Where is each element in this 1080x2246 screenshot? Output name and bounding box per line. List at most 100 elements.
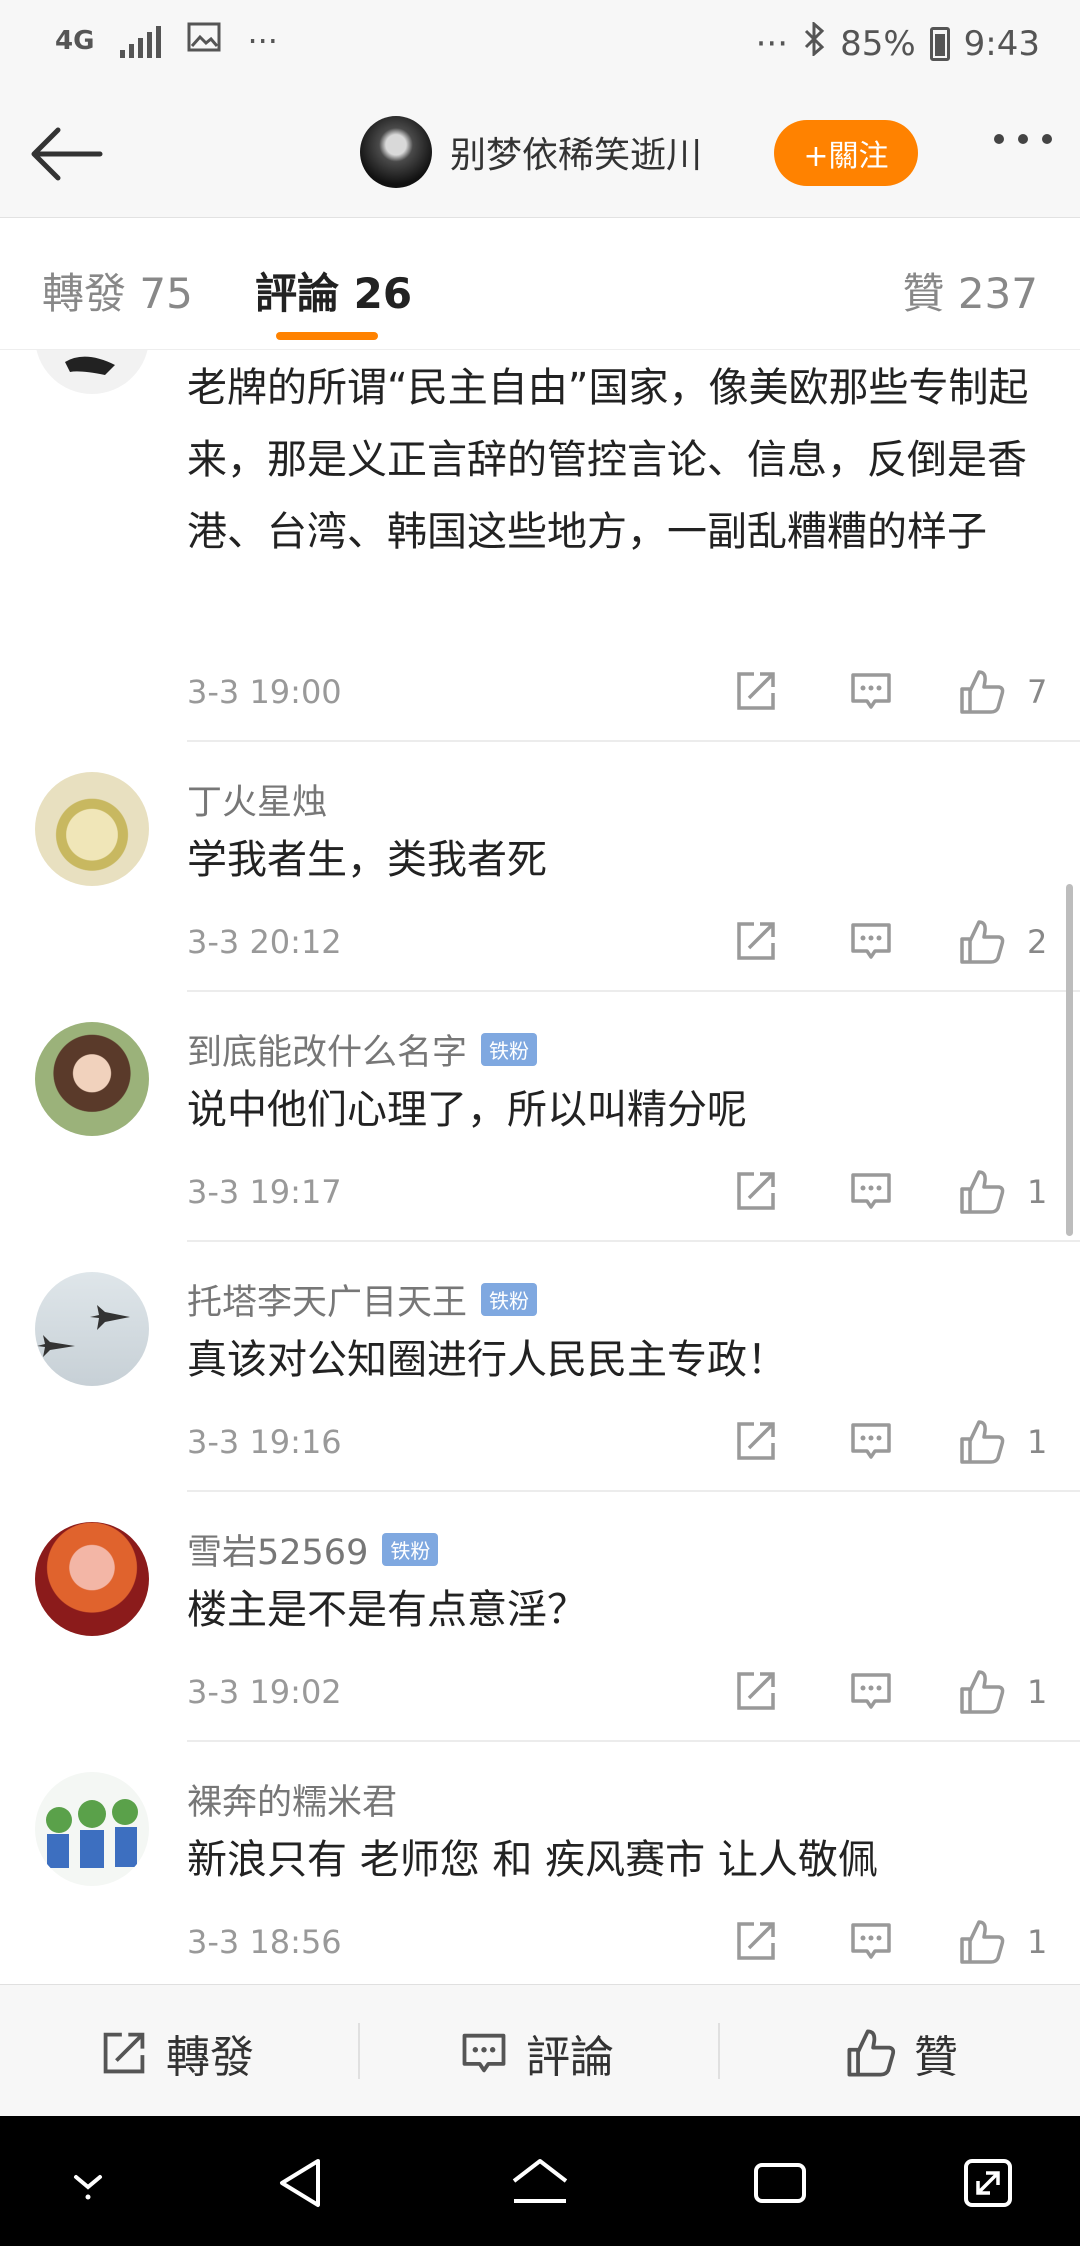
- comment-time: 3-3 19:00: [187, 673, 342, 711]
- comment-author[interactable]: 丁火星烛: [187, 774, 327, 825]
- like-count: 1: [1027, 1173, 1048, 1211]
- back-nav-icon[interactable]: [270, 2151, 334, 2215]
- comment-icon[interactable]: [847, 1917, 895, 1969]
- divider: [187, 740, 1080, 742]
- avatar[interactable]: [35, 1522, 149, 1636]
- like-button[interactable]: 1: [957, 1917, 1047, 1967]
- bottom-action-bar: 轉發 評論 贊: [0, 1984, 1080, 2116]
- comment-icon[interactable]: [847, 667, 895, 719]
- like-label: 贊: [914, 2032, 958, 2083]
- comment-label: 評論: [526, 2032, 614, 2083]
- divider: [718, 2023, 720, 2079]
- divider: [187, 1490, 1080, 1492]
- network-indicator: 4G: [55, 26, 95, 56]
- like-icon: [960, 1420, 1005, 1464]
- more-status-icon: ···: [755, 23, 789, 64]
- hide-keyboard-icon[interactable]: [56, 2151, 120, 2215]
- comment-text: 说中他们心理了，所以叫精分呢: [187, 1087, 747, 1133]
- rotate-screen-icon[interactable]: [956, 2151, 1020, 2215]
- status-left: 4G ···: [55, 22, 278, 60]
- home-icon[interactable]: [508, 2151, 572, 2215]
- bluetooth-icon: [802, 20, 826, 65]
- clock: 9:43: [963, 23, 1040, 64]
- repost-label: 轉發: [166, 2032, 254, 2083]
- follow-button[interactable]: +關注: [774, 120, 918, 186]
- repost-icon[interactable]: [732, 667, 780, 719]
- like-icon: [960, 1920, 1005, 1964]
- tab-reposts[interactable]: 轉發 75: [42, 260, 193, 321]
- comment-actions: 3-3 19:16 1: [187, 1417, 1050, 1465]
- username[interactable]: 别梦依稀笑逝川: [450, 126, 702, 178]
- repost-icon: [103, 2032, 145, 2074]
- divider: [187, 1240, 1080, 1242]
- avatar[interactable]: [35, 1022, 149, 1136]
- comment-time: 3-3 19:16: [187, 1423, 342, 1461]
- scrollbar[interactable]: [1066, 884, 1073, 1236]
- comment-text: 真该对公知圈进行人民民主专政！: [187, 1337, 787, 1383]
- comment-time: 3-3 19:17: [187, 1173, 342, 1211]
- like-icon: [960, 920, 1005, 964]
- comment-author[interactable]: 到底能改什么名字 铁粉: [187, 1024, 538, 1075]
- fan-badge: 铁粉: [481, 1283, 538, 1316]
- comment-icon: [462, 2033, 506, 2073]
- comment-actions: 3-3 19:17 1: [187, 1167, 1050, 1215]
- gallery-icon: [187, 22, 221, 60]
- comment-button[interactable]: 評論: [458, 2021, 614, 2085]
- recent-apps-icon[interactable]: [748, 2151, 812, 2215]
- comment-text: 新浪只有 老师您 和 疾风赛市 让人敬佩: [187, 1837, 878, 1883]
- comment-actions: 3-3 19:00 7: [187, 667, 1050, 715]
- system-nav-bar: [0, 2116, 1080, 2246]
- comment-icon[interactable]: [847, 1167, 895, 1219]
- repost-button[interactable]: 轉發: [98, 2021, 254, 2085]
- comment-actions: 3-3 20:12 2: [187, 917, 1050, 965]
- profile-link[interactable]: 别梦依稀笑逝川: [360, 116, 702, 188]
- battery-percent: 85%: [840, 23, 916, 64]
- like-button[interactable]: 2: [957, 917, 1047, 967]
- repost-icon[interactable]: [732, 1667, 780, 1719]
- more-options-icon[interactable]: [994, 134, 1052, 144]
- status-bar: 4G ··· ··· 85% 9:43: [0, 0, 1080, 90]
- avatar[interactable]: [35, 350, 149, 394]
- avatar[interactable]: [35, 1772, 149, 1886]
- comment-time: 3-3 19:02: [187, 1673, 342, 1711]
- divider: [187, 1740, 1080, 1742]
- back-button[interactable]: [28, 114, 108, 194]
- comment-list[interactable]: 老牌的所谓“民主自由”国家，像美欧那些专制起来，那是义正言辞的管控言论、信息，反…: [0, 350, 1080, 1984]
- like-button[interactable]: 1: [957, 1417, 1047, 1467]
- like-count: 2: [1027, 923, 1048, 961]
- status-right: ··· 85% 9:43: [755, 20, 1040, 65]
- comment-icon[interactable]: [847, 1417, 895, 1469]
- comment-icon[interactable]: [847, 917, 895, 969]
- like-count: 1: [1027, 1423, 1048, 1461]
- tab-likes[interactable]: 贊 237: [902, 260, 1038, 321]
- avatar[interactable]: [35, 1272, 149, 1386]
- divider: [187, 990, 1080, 992]
- back-arrow-icon: [31, 127, 103, 181]
- repost-icon[interactable]: [732, 1417, 780, 1469]
- header: 别梦依稀笑逝川 +關注: [0, 90, 1080, 218]
- avatar[interactable]: [35, 772, 149, 886]
- divider: [358, 2023, 360, 2079]
- comment-author[interactable]: 裸奔的糯米君: [187, 1774, 397, 1825]
- like-icon: [960, 1170, 1005, 1214]
- comment-actions: 3-3 18:56 1: [187, 1917, 1050, 1965]
- like-button[interactable]: 1: [957, 1167, 1047, 1217]
- repost-icon[interactable]: [732, 1167, 780, 1219]
- comment-icon[interactable]: [847, 1667, 895, 1719]
- comment-text: 老牌的所谓“民主自由”国家，像美欧那些专制起来，那是义正言辞的管控言论、信息，反…: [187, 365, 1029, 555]
- tab-comments[interactable]: 評論 26: [255, 260, 412, 321]
- like-button[interactable]: 7: [957, 667, 1047, 717]
- like-button[interactable]: 贊: [844, 2021, 958, 2085]
- like-icon: [960, 670, 1005, 714]
- comment-author[interactable]: 托塔李天广目天王 铁粉: [187, 1274, 538, 1325]
- tab-bar: 轉發 75 評論 26 贊 237: [0, 218, 1080, 350]
- like-button[interactable]: 1: [957, 1667, 1047, 1717]
- comment-text: 学我者生，类我者死: [187, 837, 547, 883]
- avatar[interactable]: [360, 116, 432, 188]
- comment-author[interactable]: 雪岩52569 铁粉: [187, 1524, 439, 1575]
- repost-icon[interactable]: [732, 1917, 780, 1969]
- repost-icon[interactable]: [732, 917, 780, 969]
- comment-actions: 3-3 19:02 1: [187, 1667, 1050, 1715]
- active-tab-indicator: [276, 332, 378, 340]
- battery-icon: [929, 26, 950, 61]
